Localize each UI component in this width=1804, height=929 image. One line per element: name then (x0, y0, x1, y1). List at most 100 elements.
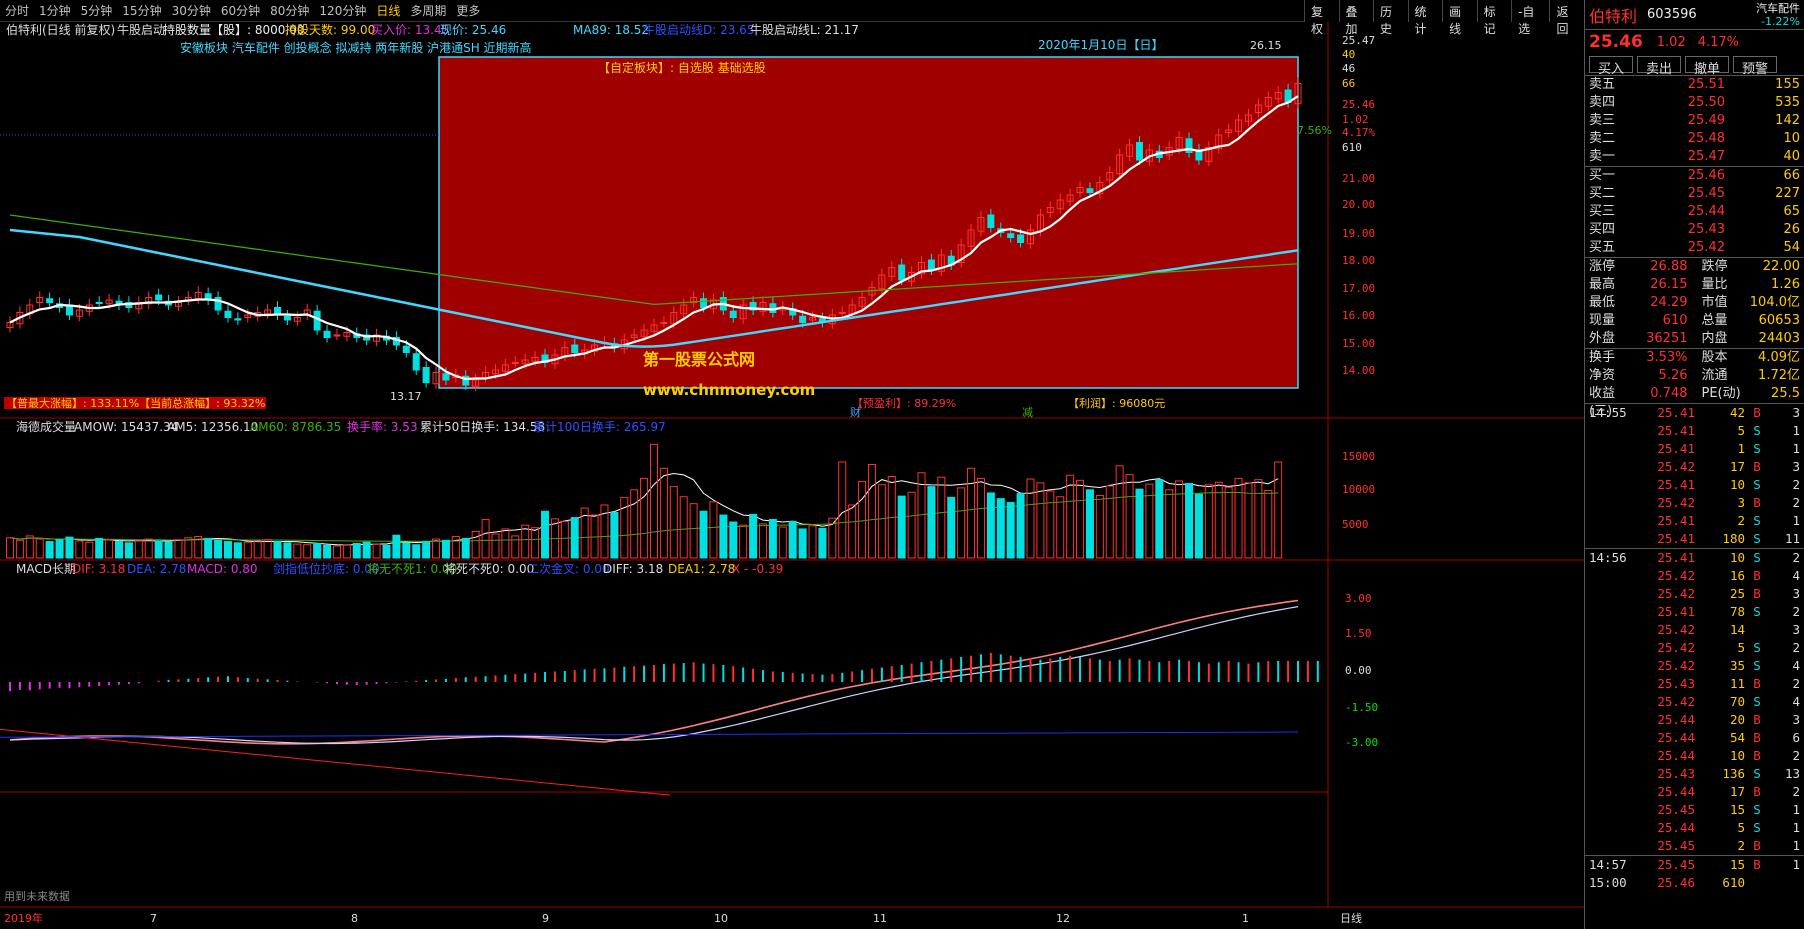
tool-7[interactable]: 返回 (1549, 0, 1584, 36)
tool-4[interactable]: 画线 (1442, 0, 1477, 36)
candle-body (412, 353, 420, 371)
tick-list-1[interactable]: 14:55 25.41 42 B 3 25.41 5 S 1 25.41 1 S 1 25.42 17 B 3 2… (1585, 404, 1804, 548)
x-tick: 日线 (1340, 911, 1362, 925)
tick-row[interactable]: 25.43 11 B 2 (1585, 675, 1804, 693)
tick-row[interactable]: 25.44 5 S 1 (1585, 819, 1804, 837)
kline-chart[interactable]: 25.4740466625.461.024.17%61021.0020.0019… (0, 22, 1584, 929)
stat-val: 24.29 (1650, 295, 1688, 310)
volume-bar (768, 518, 777, 559)
price-change-pct: 4.17% (1697, 34, 1740, 50)
tick-row[interactable]: 25.42 17 B 3 (1585, 458, 1804, 476)
period-10[interactable]: 更多 (451, 2, 485, 19)
last-price: 25.46 (1589, 32, 1643, 52)
tool-1[interactable]: 叠加 (1338, 0, 1374, 36)
book-row[interactable]: 买三 25.44 65 (1585, 203, 1804, 221)
period-0[interactable]: 分时 (0, 2, 34, 19)
tool-3[interactable]: 统计 (1407, 0, 1443, 36)
period-9[interactable]: 多周期 (405, 2, 451, 19)
candle-body (333, 334, 341, 337)
tool-5[interactable]: 标记 (1476, 0, 1512, 36)
tick-row[interactable]: 25.41 78 S 2 (1585, 603, 1804, 621)
tool-0[interactable]: 复权 (1304, 0, 1339, 36)
macd-ind1: 剑指低位抄底: 0.00 (273, 561, 380, 576)
tick-row[interactable]: 25.42 5 S 2 (1585, 639, 1804, 657)
tick-row[interactable]: 25.42 35 S 4 (1585, 657, 1804, 675)
book-row[interactable]: 卖四 25.50 535 (1585, 94, 1804, 112)
book-row[interactable]: 买一 25.46 66 (1585, 167, 1804, 185)
tick-row[interactable]: 25.44 17 B 2 (1585, 783, 1804, 801)
y-tick-main: 25.46 (1342, 98, 1375, 111)
book-row[interactable]: 买四 25.43 26 (1585, 221, 1804, 239)
trade-button-1[interactable]: 卖出 (1637, 56, 1682, 77)
period-1[interactable]: 1分钟 (34, 2, 76, 19)
period-2[interactable]: 5分钟 (76, 2, 118, 19)
volume-bar (491, 533, 500, 559)
tick-row[interactable]: 25.43 136 S 13 (1585, 765, 1804, 783)
volume-bar (1234, 477, 1243, 559)
tick-row[interactable]: 25.45 2 B 1 (1585, 837, 1804, 855)
tool-2[interactable]: 历史 (1373, 0, 1408, 36)
vol-turn50: 累计50日换手: 134.58 (420, 420, 545, 434)
tick-row[interactable]: 25.41 5 S 1 (1585, 422, 1804, 440)
volume-bar (729, 521, 738, 559)
candle-body (571, 344, 579, 353)
tick-row[interactable]: 25.41 180 S 11 (1585, 530, 1804, 548)
book-row[interactable]: 买二 25.45 227 (1585, 185, 1804, 203)
tick-row[interactable]: 25.42 70 S 4 (1585, 693, 1804, 711)
tool-6[interactable]: -自选 (1511, 0, 1549, 36)
volume-bar (1155, 479, 1164, 559)
tick-row[interactable]: 14:56 25.41 10 S 2 (1585, 549, 1804, 567)
tick-price: 25.41 (1657, 423, 1695, 438)
sector-name: 汽车配件 (1756, 1, 1800, 15)
tick-row[interactable]: 25.41 1 S 1 (1585, 440, 1804, 458)
volume-bar (25, 535, 34, 559)
volume-bar (986, 492, 995, 559)
volume-bar (1085, 489, 1094, 559)
stats-block-2: 换手 3.53% 股本 4.09亿 净资 5.26 流通 1.72亿 收益(三) 0.748 PE(… (1585, 349, 1804, 419)
tick-count: 1 (1792, 513, 1800, 528)
tick-side: S (1753, 820, 1761, 835)
period-7[interactable]: 120分钟 (314, 2, 371, 19)
candle-body (422, 367, 430, 383)
book-row[interactable]: 买五 25.42 54 (1585, 239, 1804, 257)
book-price: 25.47 (1687, 149, 1725, 164)
stat-val: 26.15 (1650, 277, 1688, 292)
tick-row[interactable]: 14:57 25.45 15 B 1 (1585, 856, 1804, 874)
period-3[interactable]: 15分钟 (117, 2, 166, 19)
tick-row[interactable]: 25.44 54 B 6 (1585, 729, 1804, 747)
tick-row[interactable]: 25.42 25 B 3 (1585, 585, 1804, 603)
tick-row[interactable]: 25.44 20 B 3 (1585, 711, 1804, 729)
book-row[interactable]: 卖三 25.49 142 (1585, 112, 1804, 130)
period-5[interactable]: 60分钟 (216, 2, 265, 19)
tick-side: S (1753, 423, 1761, 438)
period-8[interactable]: 日线 (371, 2, 405, 19)
mark-cai: 财 (850, 405, 861, 419)
sector-box[interactable]: 汽车配件 -1.22% (1756, 2, 1800, 28)
candle-body (838, 312, 846, 314)
tick-row[interactable]: 25.42 14 3 (1585, 621, 1804, 639)
tick-row[interactable]: 25.45 15 S 1 (1585, 801, 1804, 819)
tick-row[interactable]: 14:55 25.41 42 B 3 (1585, 404, 1804, 422)
tick-row[interactable]: 25.42 3 B 2 (1585, 494, 1804, 512)
tick-row[interactable]: 25.41 10 S 2 (1585, 476, 1804, 494)
book-row[interactable]: 卖二 25.48 10 (1585, 130, 1804, 148)
period-4[interactable]: 30分钟 (167, 2, 216, 19)
trade-button-2[interactable]: 撤单 (1685, 56, 1730, 77)
tick-list-3[interactable]: 14:57 25.45 15 B 1 15:00 25.46 610 (1585, 856, 1804, 892)
trade-button-3[interactable]: 预警 (1733, 56, 1778, 77)
trade-button-0[interactable]: 买入 (1589, 56, 1634, 77)
tick-count: 2 (1792, 640, 1800, 655)
period-6[interactable]: 80分钟 (265, 2, 314, 19)
volume-bar (164, 541, 173, 559)
stat-key: 收益(三) (1589, 386, 1616, 419)
tick-count: 1 (1792, 838, 1800, 853)
tick-row[interactable]: 15:00 25.46 610 (1585, 874, 1804, 892)
book-row[interactable]: 卖一 25.47 40 (1585, 148, 1804, 166)
tick-row[interactable]: 25.44 10 B 2 (1585, 747, 1804, 765)
tick-row[interactable]: 25.41 2 S 1 (1585, 512, 1804, 530)
tick-side: S (1753, 640, 1761, 655)
tick-row[interactable]: 25.42 16 B 4 (1585, 567, 1804, 585)
vol-am5: AM5: 12356.10 (167, 420, 258, 434)
book-row[interactable]: 卖五 25.51 155 (1585, 76, 1804, 94)
tick-list-2[interactable]: 14:56 25.41 10 S 2 25.42 16 B 4 25.42 25 B 3 25.41 78 S… (1585, 549, 1804, 855)
